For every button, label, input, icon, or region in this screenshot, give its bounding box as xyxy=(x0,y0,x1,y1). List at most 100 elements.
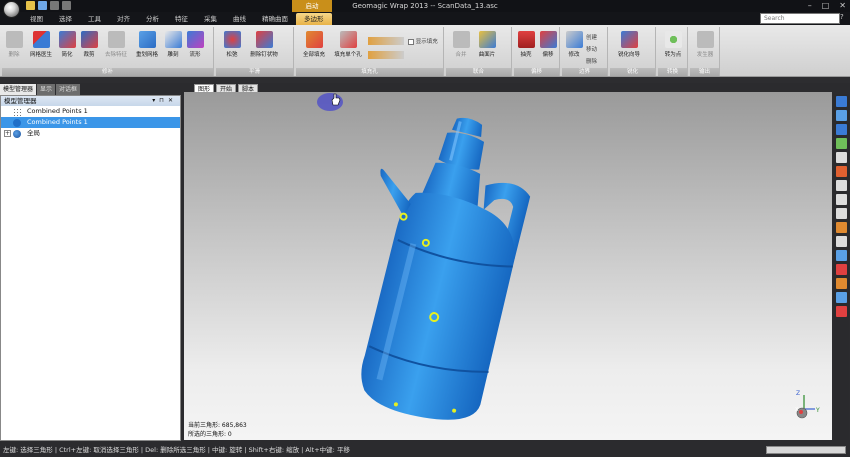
tab-align[interactable]: 对齐 xyxy=(109,13,138,25)
modify-boundary-button[interactable]: 修改 xyxy=(564,31,584,58)
tab-tools[interactable]: 工具 xyxy=(80,13,109,25)
clear-selection-icon[interactable] xyxy=(836,278,847,289)
brush-select-icon[interactable] xyxy=(836,222,847,233)
remove-spikes-icon xyxy=(255,31,273,48)
tree-item-global[interactable]: + 全局 xyxy=(1,128,180,139)
to-points-button[interactable]: 转为点 xyxy=(661,31,685,58)
fill-mode-icons[interactable] xyxy=(368,37,404,47)
tab-polygons[interactable]: 多边形 xyxy=(296,13,332,25)
trim-button[interactable]: 裁剪 xyxy=(79,31,99,58)
invert-selection-icon[interactable] xyxy=(836,292,847,303)
view-front-icon[interactable] xyxy=(836,124,847,135)
fill-type-icons[interactable] xyxy=(368,51,404,61)
view-top-icon[interactable] xyxy=(836,138,847,149)
fill-single-button[interactable]: 填充单个孔 xyxy=(331,31,365,58)
settings-icon[interactable] xyxy=(836,306,847,317)
scanned-bottle-model[interactable]: Z Y X xyxy=(184,92,832,440)
to-points-icon xyxy=(664,31,682,48)
window-controls: – □ ✕ xyxy=(808,1,846,10)
remesh-button[interactable]: 重划网格 xyxy=(133,31,161,58)
pan-icon[interactable] xyxy=(836,180,847,191)
polygon-object-icon xyxy=(13,119,21,127)
tree-item-points-1-selected[interactable]: Combined Points 1 xyxy=(1,117,180,128)
sharpen-wizard-button[interactable]: 锐化向导 xyxy=(614,31,644,58)
lasso-select-icon[interactable] xyxy=(836,208,847,219)
ribbon: 删除 网格医生 简化 裁剪 去除特征 重划网格 雕刻 流形 修补 松弛 删除钉状… xyxy=(0,25,850,77)
delete-icon xyxy=(5,31,23,48)
show-fill-checkbox[interactable]: 显示填充 xyxy=(408,37,438,45)
mesh-doctor-icon xyxy=(32,31,50,48)
remove-features-icon xyxy=(107,31,125,48)
mesh-doctor-button[interactable]: 网格医生 xyxy=(27,31,55,58)
group-convert: 转为点 转换 xyxy=(658,27,688,76)
tab-model-manager[interactable]: 模型管理器 xyxy=(0,84,37,95)
remove-features-button[interactable]: 去除特征 xyxy=(102,31,130,58)
generator-button[interactable]: 发生器 xyxy=(693,31,717,58)
tab-dialog[interactable]: 对话框 xyxy=(56,84,81,95)
sharpen-wizard-icon xyxy=(620,31,638,48)
shell-icon xyxy=(517,31,535,48)
zoom-icon[interactable] xyxy=(836,152,847,163)
tab-select[interactable]: 选择 xyxy=(51,13,80,25)
remove-spikes-button[interactable]: 删除钉状物 xyxy=(246,31,282,58)
expand-icon[interactable]: + xyxy=(4,130,11,137)
globe-icon xyxy=(13,130,21,138)
merge-button[interactable]: 合并 xyxy=(450,31,472,58)
trim-icon xyxy=(80,31,98,48)
delete-boundary-button[interactable]: 删除 xyxy=(586,57,597,65)
sculpt-button[interactable]: 雕刻 xyxy=(163,31,183,58)
rectangle-select-icon[interactable] xyxy=(836,236,847,247)
axis-x-label: X xyxy=(795,407,799,413)
graphics-viewport[interactable]: Z Y X xyxy=(184,92,832,440)
shell-button[interactable]: 抽壳 xyxy=(516,31,536,58)
rotate-icon[interactable] xyxy=(836,194,847,205)
progress-bar xyxy=(766,446,846,454)
selected-triangles: 所选的三角形: 0 xyxy=(188,431,232,438)
select-all-icon[interactable] xyxy=(836,264,847,275)
manifold-button[interactable]: 流形 xyxy=(185,31,205,58)
group-smooth: 松弛 删除钉状物 平滑 xyxy=(216,27,294,76)
application-button[interactable] xyxy=(3,1,20,18)
fill-single-icon xyxy=(339,31,357,48)
group-repair: 删除 网格医生 简化 裁剪 去除特征 重划网格 雕刻 流形 修补 xyxy=(2,27,214,76)
simplify-button[interactable]: 简化 xyxy=(57,31,77,58)
patch-button[interactable]: 曲面片 xyxy=(474,31,500,58)
point-cloud-icon xyxy=(13,108,21,116)
view-cube-icon[interactable] xyxy=(836,96,847,107)
delete-button[interactable]: 删除 xyxy=(4,31,24,58)
create-boundary-button[interactable]: 创建 xyxy=(586,33,597,41)
offset-button[interactable]: 偏移 xyxy=(538,31,558,58)
close-button[interactable]: ✕ xyxy=(839,1,846,10)
select-through-icon[interactable] xyxy=(836,250,847,261)
fill-all-button[interactable]: 全部填充 xyxy=(299,31,329,58)
tab-exact-surfaces[interactable]: 精确曲面 xyxy=(254,13,296,25)
maximize-button[interactable]: □ xyxy=(822,1,830,10)
current-triangles: 当前三角形: 685,863 xyxy=(188,422,247,429)
render-icon[interactable] xyxy=(836,166,847,177)
tab-display[interactable]: 显示 xyxy=(37,84,56,95)
tab-capture[interactable]: 采集 xyxy=(196,13,225,25)
modify-boundary-icon xyxy=(565,31,583,48)
relax-button[interactable]: 松弛 xyxy=(220,31,244,58)
tree-item-points-1[interactable]: Combined Points 1 xyxy=(1,106,180,117)
help-icon[interactable]: ? xyxy=(840,13,844,21)
tab-curves[interactable]: 曲线 xyxy=(225,13,254,25)
group-output: 发生器 输出 xyxy=(690,27,720,76)
merge-icon xyxy=(452,31,470,48)
panel-controls[interactable]: ▾⊓✕ xyxy=(152,96,177,106)
minimize-button[interactable]: – xyxy=(808,1,812,10)
tab-features[interactable]: 特征 xyxy=(167,13,196,25)
simplify-icon xyxy=(58,31,76,48)
tab-analysis[interactable]: 分析 xyxy=(138,13,167,25)
bottle-body xyxy=(361,117,531,420)
tab-view[interactable]: 视图 xyxy=(22,13,51,25)
generator-icon xyxy=(696,31,714,48)
search-input[interactable]: Search xyxy=(760,13,840,24)
right-toolbar xyxy=(834,94,849,440)
offset-icon xyxy=(539,31,557,48)
sculpt-icon xyxy=(164,31,182,48)
manifold-icon xyxy=(186,31,204,48)
move-boundary-button[interactable]: 移动 xyxy=(586,45,597,53)
fit-view-icon[interactable] xyxy=(836,110,847,121)
fill-all-icon xyxy=(305,31,323,48)
